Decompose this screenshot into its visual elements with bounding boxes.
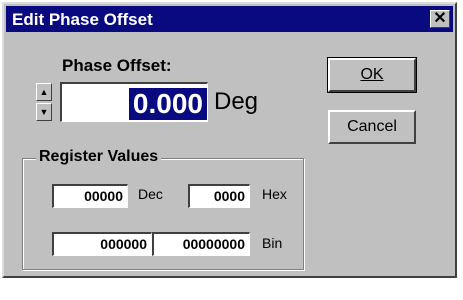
spin-down-button[interactable]: ▼ [36,103,52,121]
hex-field[interactable]: 0000 [188,184,250,208]
phase-offset-label: Phase Offset: [62,56,172,75]
phase-offset-input[interactable]: 0.000 [60,82,208,122]
close-icon[interactable]: ✕ [430,10,450,28]
window-title: Edit Phase Offset [12,10,153,29]
phase-offset-value: 0.000 [128,88,207,120]
bin-label: Bin [262,235,283,251]
bin-high-field[interactable]: 000000 [52,232,152,256]
triangle-down-icon: ▼ [39,107,49,117]
bin-low-field[interactable]: 00000000 [152,232,250,256]
dec-label: Dec [138,186,163,202]
phase-spinner: ▲ ▼ [36,83,52,121]
ok-button[interactable]: OK [327,57,417,93]
cancel-button[interactable]: Cancel [328,110,416,144]
spin-up-button[interactable]: ▲ [36,83,52,101]
register-values-title: Register Values [36,148,162,166]
phase-unit-label: Deg [214,88,259,115]
triangle-up-icon: ▲ [39,87,49,97]
title-bar[interactable]: Edit Phase Offset ✕ [6,6,453,32]
ok-button-label: OK [360,66,384,83]
dec-field[interactable]: 00000 [52,184,128,208]
hex-label: Hex [262,186,287,202]
